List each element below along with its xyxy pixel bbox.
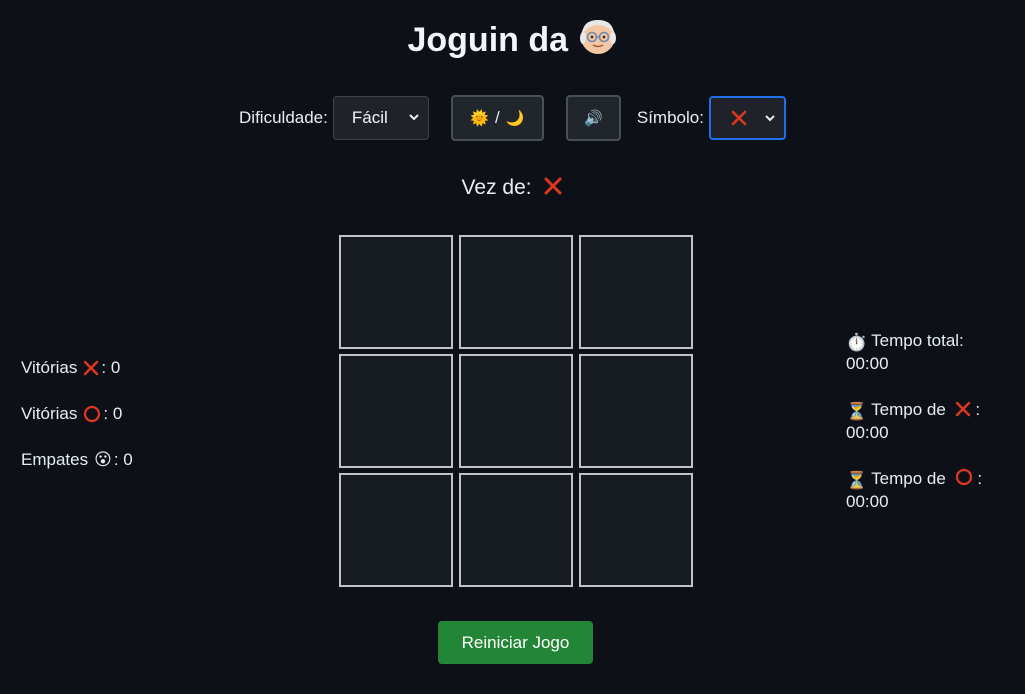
page-title-text: Joguin da bbox=[407, 21, 569, 59]
board-cell[interactable] bbox=[339, 473, 453, 587]
timers-panel: ⏱️ Tempo total: 00:00 ⏳ Tempo de : 00:00 ⏳… bbox=[846, 330, 1016, 537]
x-mark-icon bbox=[731, 110, 747, 126]
x-mark-icon bbox=[955, 401, 971, 422]
sound-toggle-button[interactable]: 🔊 bbox=[565, 95, 621, 141]
timer-x-suffix: : bbox=[975, 400, 981, 419]
timer-o-label: Tempo de bbox=[871, 469, 946, 488]
o-mark-icon bbox=[955, 468, 973, 491]
x-mark-icon bbox=[83, 356, 99, 380]
timer-o-suffix: : bbox=[977, 469, 983, 488]
game-board bbox=[339, 235, 693, 589]
board-cell[interactable] bbox=[459, 473, 573, 587]
chevron-down-icon bbox=[409, 114, 419, 121]
moon-icon: 🌙 bbox=[505, 110, 525, 127]
turn-label: Vez de: bbox=[461, 176, 532, 199]
board-cell[interactable] bbox=[579, 473, 693, 587]
controls-bar: Dificuldade: Fácil 🌞 / 🌙 🔊 Símbolo: bbox=[0, 95, 1025, 141]
draws-label: Empates bbox=[21, 450, 89, 469]
board-cell[interactable] bbox=[459, 235, 573, 349]
draws-value: : 0 bbox=[113, 450, 133, 469]
score-wins-o: Vitórias : 0 bbox=[21, 402, 133, 448]
wins-o-label: Vitórias bbox=[21, 404, 78, 423]
timer-x-label: Tempo de bbox=[871, 400, 946, 419]
timer-total: ⏱️ Tempo total: 00:00 bbox=[846, 330, 1016, 374]
turn-indicator: Vez de: bbox=[0, 176, 1025, 200]
timer-o: ⏳ Tempo de : 00:00 bbox=[846, 468, 1016, 512]
wins-x-label: Vitórias bbox=[21, 358, 78, 377]
symbol-label: Símbolo: bbox=[636, 108, 704, 127]
stopwatch-icon: ⏱️ bbox=[846, 333, 868, 352]
older-person-icon bbox=[578, 20, 618, 59]
timer-total-value: 00:00 bbox=[846, 354, 889, 373]
hourglass-icon: ⏳ bbox=[846, 402, 868, 421]
scoreboard: Vitórias : 0 Vitórias : 0 Empates 😮 : 0 bbox=[21, 356, 133, 494]
timer-o-value: 00:00 bbox=[846, 492, 889, 511]
page-title: Joguin da bbox=[0, 14, 1025, 66]
board-cell[interactable] bbox=[339, 354, 453, 468]
timer-x: ⏳ Tempo de : 00:00 bbox=[846, 399, 1016, 443]
timer-total-label: Tempo total: bbox=[871, 331, 964, 350]
timer-x-value: 00:00 bbox=[846, 423, 889, 442]
score-draws: Empates 😮 : 0 bbox=[21, 448, 133, 494]
speaker-icon: 🔊 bbox=[584, 110, 603, 127]
game-page: Joguin da Dificuldade: Fácil 🌞 / 🌙 🔊 Sím… bbox=[0, 0, 1025, 694]
theme-separator: / bbox=[494, 108, 500, 127]
score-wins-x: Vitórias : 0 bbox=[21, 356, 133, 402]
chevron-down-icon bbox=[765, 115, 775, 122]
board-cell[interactable] bbox=[339, 235, 453, 349]
board-cell[interactable] bbox=[459, 354, 573, 468]
theme-toggle-button[interactable]: 🌞 / 🌙 bbox=[450, 95, 544, 141]
wins-o-value: : 0 bbox=[103, 404, 123, 423]
x-mark-icon bbox=[544, 177, 562, 195]
difficulty-value: Fácil bbox=[351, 108, 388, 127]
hourglass-icon: ⏳ bbox=[846, 471, 868, 490]
board-cell[interactable] bbox=[579, 235, 693, 349]
symbol-select[interactable] bbox=[708, 96, 786, 140]
wins-x-value: : 0 bbox=[101, 358, 121, 377]
board-cell[interactable] bbox=[579, 354, 693, 468]
restart-button[interactable]: Reiniciar Jogo bbox=[438, 621, 593, 664]
difficulty-select[interactable]: Fácil bbox=[332, 96, 429, 140]
surprised-face-icon: 😮 bbox=[94, 450, 112, 469]
difficulty-label: Dificuldade: bbox=[239, 108, 328, 127]
o-mark-icon bbox=[83, 402, 101, 426]
sun-icon: 🌞 bbox=[470, 110, 489, 127]
